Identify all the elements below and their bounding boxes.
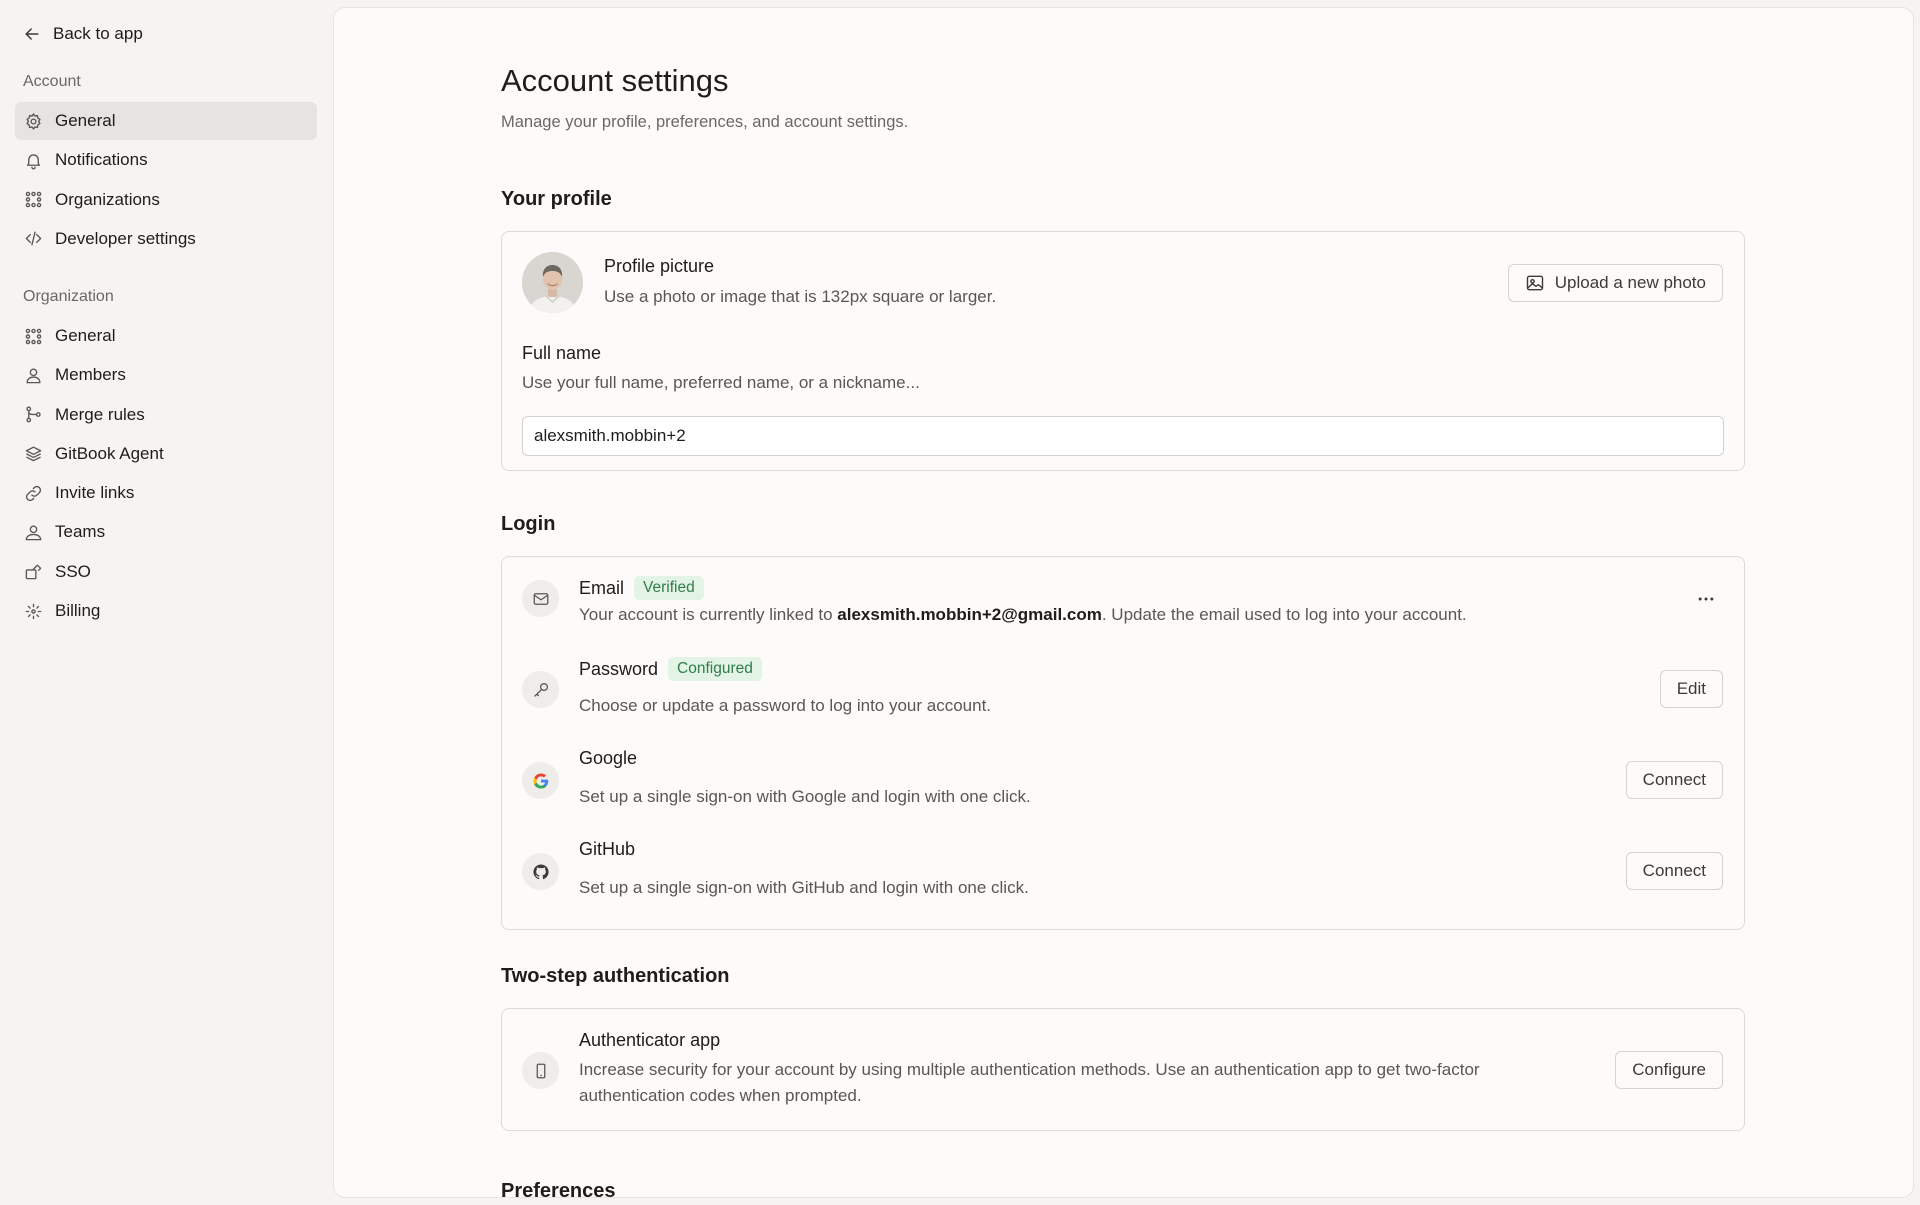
google-desc: Set up a single sign-on with Google and …: [579, 787, 1031, 806]
billing-icon: [23, 601, 43, 621]
organization-general-icon: [23, 326, 43, 346]
github-desc: Set up a single sign-on with GitHub and …: [579, 878, 1029, 897]
email-desc-prefix: Your account is currently linked to: [579, 605, 838, 624]
login-card: Email Verified Your account is currently…: [501, 556, 1745, 930]
account-heading: Account: [23, 73, 81, 90]
sidebar-item-label: Invite links: [55, 483, 135, 503]
sidebar-item-organizations[interactable]: Organizations: [15, 181, 317, 219]
email-title: Email: [579, 577, 625, 598]
sso-icon: [23, 562, 43, 582]
sidebar-item-label: Developer settings: [55, 228, 196, 248]
code-icon: [23, 229, 43, 249]
sidebar-item-developer-settings[interactable]: Developer settings: [15, 220, 317, 258]
avatar: [522, 252, 583, 313]
main-panel: Account settings Manage your profile, pr…: [333, 7, 1914, 1198]
upload-photo-label: Upload a new photo: [1554, 273, 1706, 292]
sidebar-item-gitbook-agent[interactable]: GitBook Agent: [15, 435, 317, 473]
key-icon: [522, 671, 559, 708]
password-title: Password: [579, 658, 659, 679]
verified-badge: Verified: [634, 576, 704, 600]
upload-photo-button[interactable]: Upload a new photo: [1507, 264, 1723, 302]
organization-nav: General Members Merge rules GitBook Agen…: [15, 317, 317, 631]
google-row-title: Google: [579, 748, 637, 769]
team-icon: [23, 522, 43, 542]
password-row-title: Password Configured: [579, 657, 762, 681]
page-title: Account settings: [501, 63, 729, 98]
sidebar-item-label: Billing: [55, 601, 101, 621]
organization-heading: Organization: [23, 288, 114, 305]
profile-picture-desc: Use a photo or image that is 132px squar…: [604, 287, 997, 306]
account-nav: General Notifications Organizations Deve…: [15, 102, 317, 259]
profile-picture-title-text: Profile picture: [604, 256, 715, 276]
authenticator-desc-line2: authentication codes when prompted.: [579, 1086, 862, 1105]
page-subtitle: Manage your profile, preferences, and ac…: [501, 113, 909, 131]
two-step-card: Authenticator app Increase security for …: [501, 1008, 1745, 1131]
google-icon: [522, 762, 559, 799]
login-section-title: Login: [501, 513, 556, 535]
agent-icon: [23, 444, 43, 464]
sidebar-item-billing[interactable]: Billing: [15, 592, 317, 630]
github-title: GitHub: [579, 839, 636, 859]
full-name-label: Full name: [522, 343, 602, 363]
email-more-button[interactable]: [1688, 581, 1724, 617]
more-horizontal-icon: [1698, 597, 1714, 601]
password-desc: Choose or update a password to log into …: [579, 696, 992, 715]
authenticator-title: Authenticator app: [579, 1030, 721, 1050]
sidebar-item-label: SSO: [55, 561, 91, 581]
image-icon: [1526, 275, 1543, 291]
github-icon: [522, 853, 559, 890]
profile-card: Profile picture Use a photo or image tha…: [501, 231, 1745, 471]
full-name-input[interactable]: [522, 416, 1724, 456]
sidebar-item-label: Notifications: [55, 150, 148, 170]
sidebar-item-label: General: [55, 326, 116, 345]
authenticator-desc-line1: Increase security for your account by us…: [579, 1060, 1480, 1079]
edit-password-button[interactable]: Edit: [1659, 670, 1723, 708]
email-desc-suffix: . Update the email used to log into your…: [1101, 605, 1467, 624]
merge-icon: [23, 405, 43, 425]
sidebar-item-label: Merge rules: [55, 404, 145, 424]
avatar-photo-icon: [522, 252, 583, 313]
sidebar-item-label: GitBook Agent: [55, 443, 164, 463]
sidebar-item-organization-general[interactable]: General: [15, 317, 317, 355]
sidebar-item-label: Organizations: [55, 189, 160, 209]
organizations-icon: [23, 190, 43, 210]
sidebar-item-notifications[interactable]: Notifications: [15, 141, 317, 179]
sidebar-item-merge-rules[interactable]: Merge rules: [15, 396, 317, 434]
mail-icon: [522, 580, 559, 617]
user-icon: [23, 365, 43, 385]
connect-google-button[interactable]: Connect: [1625, 761, 1723, 799]
github-row-title: GitHub: [579, 839, 635, 860]
profile-picture-title: Profile picture: [604, 256, 714, 277]
email-desc: Your account is currently linked to alex…: [579, 602, 1467, 628]
sidebar-item-label: General: [55, 111, 116, 130]
email-row-title: Email Verified: [579, 576, 704, 600]
configured-badge: Configured: [668, 657, 762, 681]
sidebar-item-label: Members: [55, 365, 126, 385]
preferences-section-title: Preferences: [501, 1180, 616, 1198]
sidebar-item-members[interactable]: Members: [15, 356, 317, 394]
sidebar-item-invite-links[interactable]: Invite links: [15, 474, 317, 512]
bell-icon: [23, 150, 43, 170]
arrow-left-icon: [25, 28, 39, 40]
configure-authenticator-button[interactable]: Configure: [1615, 1051, 1723, 1089]
sidebar-item-teams[interactable]: Teams: [15, 513, 317, 551]
back-to-app-link[interactable]: Back to app: [22, 20, 143, 48]
phone-icon: [522, 1052, 559, 1089]
connect-github-button[interactable]: Connect: [1625, 852, 1723, 890]
email-address: alexsmith.mobbin+2@gmail.com: [837, 605, 1102, 624]
google-title: Google: [579, 748, 638, 768]
two-step-section-title: Two-step authentication: [501, 965, 730, 987]
sidebar: Back to app Account General Notification…: [0, 0, 333, 1205]
sidebar-item-account-general[interactable]: General: [15, 102, 317, 140]
gear-icon: [23, 111, 43, 131]
link-icon: [23, 483, 43, 503]
authenticator-row-title: Authenticator app: [579, 1030, 720, 1051]
full-name-desc: Use your full name, preferred name, or a…: [522, 373, 920, 392]
profile-section-title: Your profile: [501, 188, 612, 210]
back-to-app-label: Back to app: [53, 24, 143, 43]
sidebar-item-sso[interactable]: SSO: [15, 553, 317, 591]
sidebar-item-label: Teams: [55, 522, 106, 542]
